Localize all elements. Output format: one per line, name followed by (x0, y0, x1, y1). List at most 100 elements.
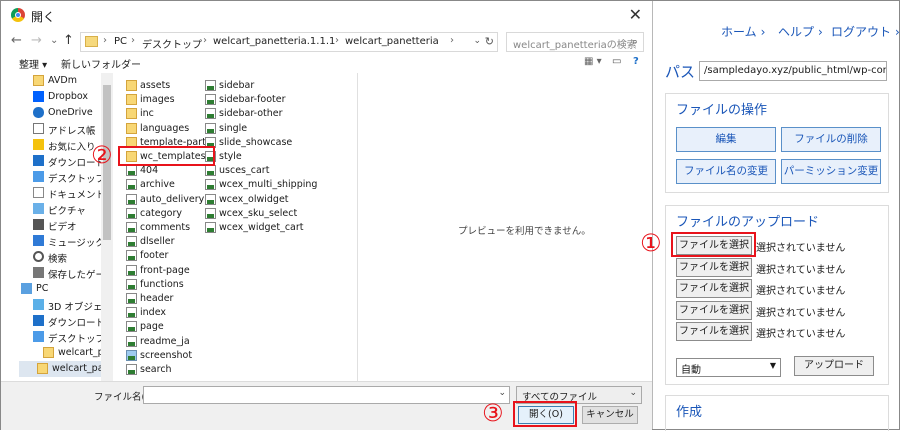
file-icon (205, 122, 216, 134)
file-name: header (140, 293, 174, 304)
nav-item[interactable]: welcart_pan (19, 361, 113, 377)
nav-item-label: ドキュメント (48, 190, 106, 201)
chevron-down-icon[interactable]: ⌄ (498, 388, 506, 398)
choose-file-button[interactable]: ファイルを選択 (676, 257, 752, 277)
breadcrumb-pc[interactable]: PC (114, 36, 127, 47)
help-icon[interactable]: ? (633, 56, 639, 67)
nav-item[interactable]: ダウンロード (19, 313, 113, 329)
path-input[interactable]: /sampledayo.xyz/public_html/wp-content/t… (699, 61, 887, 81)
home-link[interactable]: ホーム › (721, 23, 765, 40)
filename-input[interactable]: ⌄ (143, 386, 510, 404)
navigation-scrollbar[interactable] (101, 73, 113, 381)
view-options-icon[interactable]: ▦ ▾ (584, 56, 602, 67)
nav-item[interactable]: ピクチャ (19, 201, 113, 217)
no-file-selected-text: 選択されていません (756, 264, 846, 276)
step-1-marker: ① (640, 229, 662, 257)
step-3-marker: ③ (482, 399, 504, 427)
cancel-button[interactable]: キャンセル (582, 406, 638, 424)
delete-file-button[interactable]: ファイルの削除 (781, 127, 881, 152)
transfer-mode-select[interactable]: 自動 ▼ (676, 358, 781, 377)
nav-item[interactable]: ドキュメント (19, 185, 113, 201)
file-manager-webpage: ホーム › ヘルプ › ログアウト › パス /sampledayo.xyz/publ… (653, 1, 900, 431)
nav-item[interactable]: ビデオ (19, 217, 113, 233)
dialog-navigation-row: ← → ⌄ ↑ › PC › デスクトップ › welcart_panetter… (1, 29, 652, 55)
file-icon (126, 293, 137, 304)
up-folder-arrow-icon[interactable]: ↑ (63, 33, 74, 48)
address-dropdown-icon[interactable]: ⌄ (473, 36, 481, 46)
file-upload-row: ファイルを選択 選択されていません (676, 279, 886, 298)
folder-icon (85, 36, 98, 47)
file-icon (205, 108, 216, 120)
new-folder-button[interactable]: 新しいフォルダー (61, 56, 141, 71)
forward-arrow-icon[interactable]: → (31, 33, 42, 48)
edit-button[interactable]: 編集 (676, 127, 776, 152)
help-link[interactable]: ヘルプ › (778, 23, 823, 40)
organize-button[interactable]: 整理 ▾ (19, 56, 47, 71)
rename-file-button[interactable]: ファイル名の変更 (676, 159, 776, 184)
nav-item-label: ビデオ (48, 222, 77, 233)
search-placeholder: welcart_panetteriaの検索 (513, 40, 637, 51)
nav-item-label: ダウンロード (48, 318, 106, 329)
logout-link[interactable]: ログアウト › (831, 23, 900, 40)
chevron-down-icon: ▼ (769, 361, 776, 370)
nav-item[interactable]: 検索 (19, 249, 113, 265)
choose-file-button[interactable]: ファイルを選択 (676, 300, 752, 320)
nav-item[interactable]: 3D オブジェクト (19, 297, 113, 313)
file-name: slide_showcase (219, 136, 293, 148)
nav-item[interactable]: Dropbox (19, 89, 113, 105)
nav-item[interactable]: OneDrive (19, 105, 113, 121)
nav-item[interactable]: 保存したゲーム (19, 265, 113, 281)
file-icon (126, 321, 137, 333)
nav-item[interactable]: ミュージック (19, 233, 113, 249)
breadcrumb-desktop[interactable]: デスクトップ (142, 36, 202, 51)
nav-item[interactable]: welcart_pane (19, 345, 113, 361)
nav-item[interactable]: デスクトップ (19, 169, 113, 185)
nav-item[interactable]: デスクトップ (19, 329, 113, 345)
nav-item-label: お気に入り (48, 142, 96, 153)
search-box[interactable]: welcart_panetteriaの検索 ⌕ (506, 32, 644, 52)
file-icon (126, 364, 137, 375)
file-name: readme_ja (140, 335, 190, 347)
breadcrumb-welcart-panetteria[interactable]: welcart_panetteria (345, 36, 439, 47)
create-panel: 作成 (665, 395, 889, 431)
preview-pane-icon[interactable]: ▭ (612, 56, 621, 67)
recent-locations-chevron-icon[interactable]: ⌄ (50, 35, 58, 46)
file-icon (126, 207, 137, 219)
file-name: wcex_widget_cart (219, 222, 304, 233)
nav-item[interactable]: AVDm (19, 73, 113, 89)
address-bar[interactable]: › PC › デスクトップ › welcart_panetteria.1.1.1… (80, 32, 498, 52)
chevron-right-icon: › (818, 25, 823, 39)
path-label: パス (665, 63, 696, 81)
dialog-titlebar: 開く ✕ (1, 1, 652, 29)
file-icon (126, 193, 137, 205)
file-name: comments (140, 222, 191, 233)
highlight-open-button (513, 401, 577, 427)
file-name: usces_cart (219, 165, 270, 177)
nav-item[interactable]: アドレス帳 (19, 121, 113, 137)
choose-file-button[interactable]: ファイルを選択 (676, 279, 752, 298)
file-name: style (219, 151, 242, 162)
file-name: page (140, 321, 164, 333)
file-upload-row: ファイルを選択 選択されていません (676, 257, 886, 277)
nav-item-label: AVDm (48, 75, 77, 86)
file-name: sidebar (219, 80, 255, 91)
refresh-icon[interactable]: ↻ (485, 35, 494, 48)
upload-button[interactable]: アップロード (794, 356, 874, 376)
close-icon[interactable]: ✕ (629, 5, 642, 24)
back-arrow-icon[interactable]: ← (11, 33, 22, 48)
change-permission-button[interactable]: パーミッション変更 (781, 159, 881, 184)
folder-icon (37, 363, 48, 374)
file-icon (126, 307, 137, 319)
file-name: footer (140, 250, 169, 262)
file-list: assets images inc languages template-parts wc… (114, 73, 356, 381)
image-file-icon (126, 349, 137, 361)
nav-item[interactable]: PC (19, 281, 113, 297)
file-name: languages (140, 122, 190, 134)
breadcrumb-welcart-panetteria-version[interactable]: welcart_panetteria.1.1.1 (213, 36, 335, 47)
file-name: front-page (140, 264, 190, 276)
folder-icon (126, 80, 137, 91)
choose-file-button[interactable]: ファイルを選択 (676, 322, 752, 341)
file-name: index (140, 307, 166, 319)
file-upload-row: ファイルを選択 選択されていません (676, 300, 886, 320)
file-icon (126, 250, 137, 262)
